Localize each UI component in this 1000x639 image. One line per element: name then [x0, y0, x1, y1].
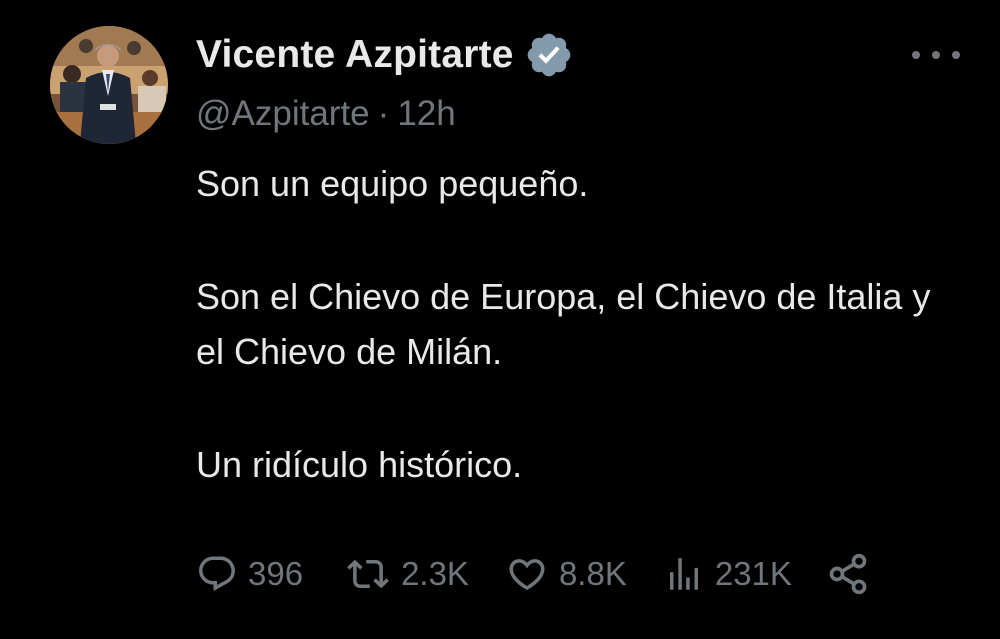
- reply-button[interactable]: 396: [196, 553, 303, 595]
- tweet-text: Son un equipo pequeño. Son el Chievo de …: [196, 156, 966, 492]
- profile-photo: [50, 26, 168, 144]
- share-icon: [829, 553, 867, 595]
- like-count: 8.8K: [558, 555, 627, 592]
- avatar[interactable]: [50, 26, 168, 144]
- more-dot: [952, 51, 960, 59]
- more-dot: [932, 51, 940, 59]
- analytics-icon: [669, 558, 698, 590]
- tweet-paragraph-2: Son el Chievo de Europa, el Chievo de It…: [196, 276, 931, 372]
- more-options-button[interactable]: [912, 44, 960, 66]
- display-name[interactable]: Vicente Azpitarte: [196, 33, 514, 77]
- action-bar: 396 2.3K 8.8K 231K: [196, 546, 946, 602]
- more-dot: [912, 51, 920, 59]
- views-button[interactable]: 231K: [663, 553, 792, 595]
- reply-count: 396: [248, 555, 304, 592]
- separator: ·: [377, 94, 390, 133]
- name-row: Vicente Azpitarte: [196, 30, 960, 80]
- heart-icon: [509, 559, 545, 591]
- tweet-paragraph-1: Son un equipo pequeño.: [196, 163, 589, 204]
- share-button[interactable]: [826, 552, 870, 596]
- views-count: 231K: [714, 555, 792, 592]
- verified-badge-icon: [524, 30, 574, 80]
- tweet-header: Vicente Azpitarte @Azpitarte · 12h: [196, 30, 960, 136]
- retweet-count: 2.3K: [401, 555, 469, 592]
- reply-icon: [199, 556, 235, 591]
- retweet-icon: [347, 559, 389, 589]
- tweet-paragraph-3: Un ridículo histórico.: [196, 444, 523, 485]
- handle[interactable]: @Azpitarte: [196, 94, 370, 133]
- retweet-button[interactable]: 2.3K: [345, 553, 469, 595]
- handle-row: @Azpitarte · 12h: [196, 92, 960, 136]
- timestamp[interactable]: 12h: [397, 94, 455, 133]
- like-button[interactable]: 8.8K: [505, 553, 627, 595]
